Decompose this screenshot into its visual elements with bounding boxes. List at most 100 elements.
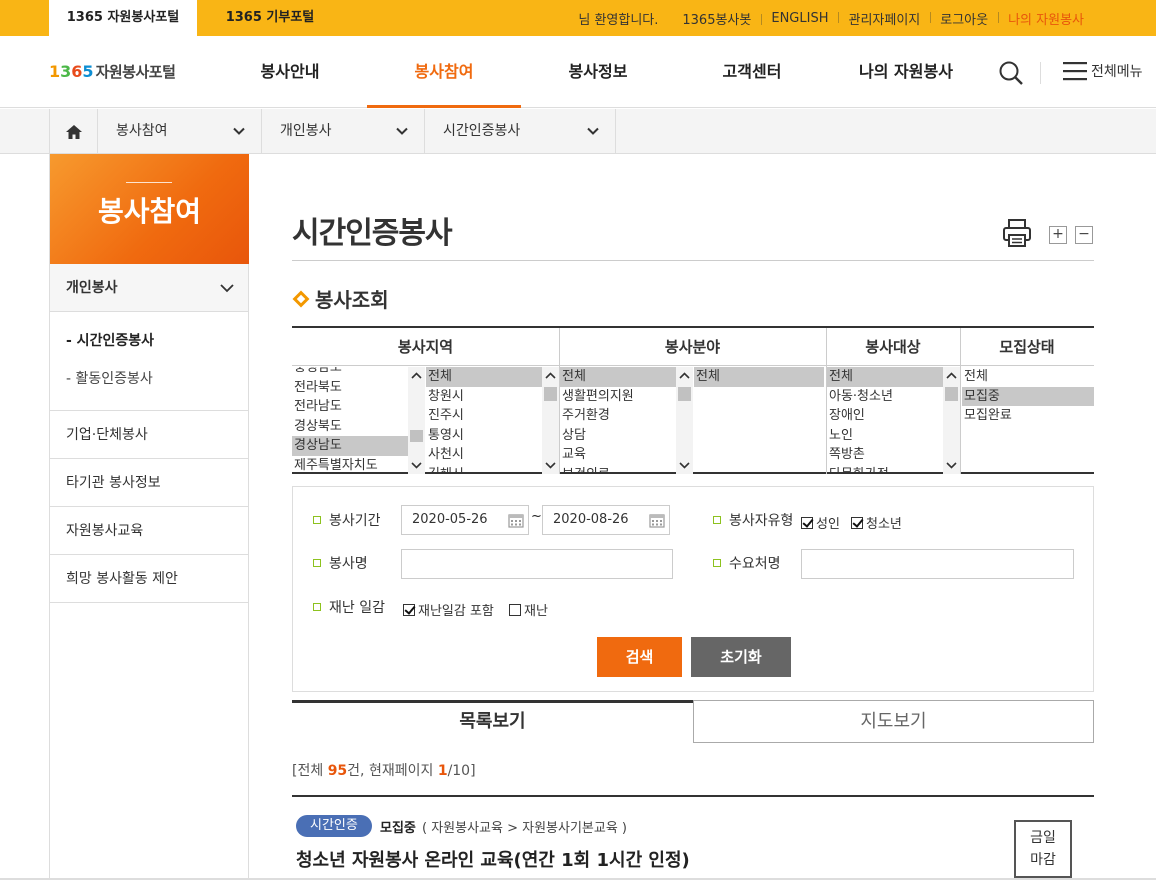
side-nav: 봉사참여 개인봉사 - 시간인증봉사 - 활동인증봉사 기업·단체봉사 타기관 … (49, 154, 249, 880)
tab-map-view[interactable]: 지도보기 (693, 700, 1094, 743)
period-label: 봉사기간 (313, 510, 381, 530)
calendar-icon[interactable] (649, 512, 665, 528)
side-nav-section-personal[interactable]: 개인봉사 (50, 264, 248, 312)
demand-name-input[interactable] (801, 549, 1074, 579)
disaster-include-checkbox[interactable]: 재난일감 포함 (403, 600, 494, 619)
list-item[interactable]: 모집완료 (962, 406, 1094, 426)
site-logo[interactable]: 1365 자원봉사포털 (49, 61, 176, 82)
region-scrollbar[interactable] (408, 367, 425, 474)
list-item[interactable]: 전라북도 (292, 378, 408, 398)
all-menu-button[interactable]: 전체메뉴 (1063, 61, 1143, 81)
chevron-up-icon (946, 372, 957, 379)
city-scrollbar[interactable] (542, 367, 559, 474)
search-button[interactable]: 검색 (597, 637, 682, 677)
gnb-item-participate[interactable]: 봉사참여 (367, 36, 521, 108)
side-nav-item-proposal[interactable]: 희망 봉사활동 제안 (50, 555, 248, 603)
list-item[interactable]: 아동·청소년 (827, 387, 943, 407)
reset-button[interactable]: 초기화 (691, 637, 791, 677)
result-title-link[interactable]: 청소년 자원봉사 온라인 교육(연간 1회 1시간 인정) (296, 846, 690, 872)
list-item[interactable]: 제주특별자치도 (292, 456, 408, 475)
list-item[interactable]: 교육 (560, 445, 676, 465)
link-logout[interactable]: 로그아웃 (930, 9, 998, 28)
field-sub-select[interactable]: 전체 (694, 367, 824, 474)
header: 1365 자원봉사포털 봉사안내 봉사참여 봉사정보 고객센터 나의 자원봉사 전… (0, 36, 1156, 108)
list-item[interactable]: 경상북도 (292, 417, 408, 437)
list-item[interactable]: 충청남도 (292, 367, 408, 378)
youth-checkbox[interactable]: 청소년 (851, 513, 902, 532)
date-from-input[interactable]: 2020-05-26 (401, 505, 529, 535)
side-nav-item-education[interactable]: 자원봉사교육 (50, 507, 248, 555)
region-select[interactable]: 충청남도 전라북도 전라남도 경상북도 경상남도 제주특별자치도 (292, 367, 408, 474)
zoom-out-button[interactable]: − (1075, 226, 1093, 244)
gnb-item-my-volunteer[interactable]: 나의 자원봉사 (829, 36, 983, 108)
list-item[interactable]: 경상남도 (292, 436, 408, 456)
field-scrollbar[interactable] (676, 367, 693, 474)
list-item[interactable]: 노인 (827, 426, 943, 446)
list-item[interactable]: 상담 (560, 426, 676, 446)
list-item[interactable]: 김해시 (426, 465, 542, 475)
gnb-item-customer[interactable]: 고객센터 (675, 36, 829, 108)
home-button[interactable] (49, 109, 98, 154)
checkbox-checked[interactable] (801, 516, 813, 529)
breadcrumb-personal[interactable]: 개인봉사 (262, 109, 425, 154)
list-item[interactable]: 통영시 (426, 426, 542, 446)
link-admin[interactable]: 관리자페이지 (838, 9, 930, 28)
field-select[interactable]: 전체 생활편의지원 주거환경 상담 교육 보건의료 (560, 367, 676, 474)
link-english[interactable]: ENGLISH (761, 11, 838, 26)
link-my-volunteer[interactable]: 나의 자원봉사 (998, 9, 1094, 28)
chevron-up-icon (679, 372, 690, 379)
list-item[interactable]: 다문화가정 (827, 465, 943, 475)
list-item[interactable]: 장애인 (827, 406, 943, 426)
breadcrumb-participate[interactable]: 봉사참여 (98, 109, 262, 154)
checkbox-checked[interactable] (851, 516, 863, 529)
tab-list-view[interactable]: 목록보기 (292, 700, 693, 743)
list-item[interactable]: 주거환경 (560, 406, 676, 426)
list-item[interactable]: 전체 (426, 367, 542, 387)
service-name-input[interactable] (401, 549, 673, 579)
header-divider (1040, 62, 1041, 84)
target-select[interactable]: 전체 아동·청소년 장애인 노인 쪽방촌 다문화가정 (827, 367, 943, 474)
adult-checkbox[interactable]: 성인 (801, 513, 840, 532)
breadcrumb-time-cert[interactable]: 시간인증봉사 (425, 109, 616, 154)
zoom-in-button[interactable]: + (1049, 226, 1067, 244)
list-item[interactable]: 전체 (694, 367, 824, 387)
list-item[interactable]: 전라남도 (292, 397, 408, 417)
city-select[interactable]: 전체 창원시 진주시 통영시 사천시 김해시 (426, 367, 542, 474)
chevron-down-icon (411, 462, 422, 469)
gnb-item-guide[interactable]: 봉사안내 (213, 36, 367, 108)
list-item[interactable]: 창원시 (426, 387, 542, 407)
list-item[interactable]: 생활편의지원 (560, 387, 676, 407)
side-nav-item-activity-cert[interactable]: - 활동인증봉사 (50, 364, 248, 402)
side-nav-item-corporate[interactable]: 기업·단체봉사 (50, 411, 248, 459)
breadcrumb: 봉사참여 개인봉사 시간인증봉사 (0, 109, 1156, 154)
gnb-item-info[interactable]: 봉사정보 (521, 36, 675, 108)
header-status: 모집상태 (960, 328, 1094, 366)
chevron-down-icon (220, 284, 234, 293)
calendar-icon[interactable] (508, 512, 524, 528)
link-chatbot[interactable]: 1365봉사봇 (672, 9, 761, 28)
list-item[interactable]: 전체 (962, 367, 1094, 387)
print-icon[interactable] (1002, 218, 1032, 248)
hamburger-icon (1063, 62, 1087, 81)
list-item[interactable]: 전체 (560, 367, 676, 387)
result-category-path: ( 자원봉사교육 > 자원봉사기본교육 ) (422, 821, 628, 836)
list-item[interactable]: 사천시 (426, 445, 542, 465)
search-icon[interactable] (998, 60, 1024, 86)
list-item[interactable]: 모집중 (962, 386, 1094, 406)
status-select[interactable]: 전체 모집중 모집완료 (962, 367, 1094, 474)
date-to-input[interactable]: 2020-08-26 (542, 505, 670, 535)
tab-donation-portal[interactable]: 1365 기부포털 (210, 0, 330, 36)
side-nav-item-other-agency[interactable]: 타기관 봉사정보 (50, 459, 248, 507)
checkbox-checked[interactable] (403, 603, 415, 616)
list-item[interactable]: 쪽방촌 (827, 445, 943, 465)
list-item[interactable]: 진주시 (426, 406, 542, 426)
tab-volunteer-portal[interactable]: 1365 자원봉사포털 (49, 0, 197, 36)
list-item[interactable]: 보건의료 (560, 465, 676, 475)
chevron-up-icon (545, 372, 556, 379)
disaster-only-checkbox[interactable]: 재난 (509, 600, 548, 619)
deadline-badge: 금일 마감 (1014, 820, 1072, 878)
list-item[interactable]: 전체 (827, 367, 943, 387)
side-nav-item-time-cert[interactable]: - 시간인증봉사 (50, 326, 248, 364)
checkbox-unchecked[interactable] (509, 603, 521, 616)
target-scrollbar[interactable] (943, 367, 960, 474)
